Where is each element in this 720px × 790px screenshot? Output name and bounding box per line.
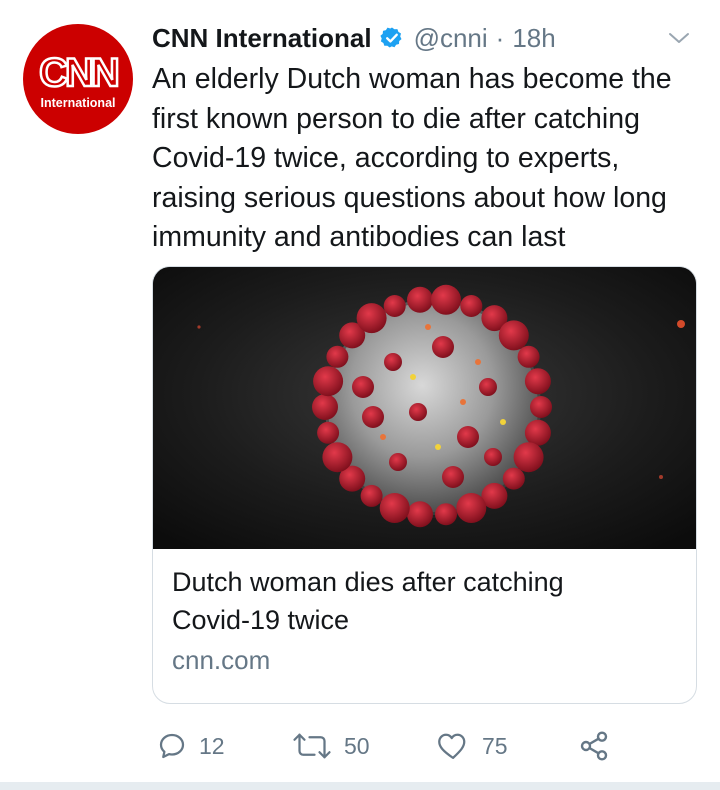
cnn-logo-text: CNN bbox=[38, 51, 121, 95]
divider bbox=[0, 782, 720, 790]
timestamp[interactable]: 18h bbox=[512, 23, 555, 54]
tweet-text: An elderly Dutch woman has become the fi… bbox=[152, 63, 672, 253]
tweet-actions: 12 50 75 bbox=[152, 726, 712, 766]
separator-dot: · bbox=[495, 22, 505, 53]
coronavirus-illustration bbox=[153, 267, 696, 549]
reply-icon bbox=[159, 733, 185, 759]
retweet-count: 50 bbox=[344, 732, 370, 759]
retweet-button[interactable]: 50 bbox=[292, 726, 370, 766]
chevron-down-icon[interactable] bbox=[667, 28, 691, 48]
link-card[interactable]: Dutch woman dies after catching Covid-19… bbox=[152, 266, 697, 704]
card-domain: cnn.com bbox=[172, 645, 271, 675]
reply-button[interactable]: 12 bbox=[157, 726, 225, 766]
display-name[interactable]: CNN International bbox=[152, 23, 372, 54]
share-button[interactable] bbox=[578, 726, 610, 766]
reply-count: 12 bbox=[199, 732, 225, 759]
heart-icon bbox=[438, 733, 466, 759]
tweet-header: CNN International @cnni · 18h bbox=[152, 20, 556, 56]
card-title: Dutch woman dies after catching Covid-19… bbox=[172, 567, 564, 635]
like-button[interactable]: 75 bbox=[436, 726, 508, 766]
avatar[interactable]: CNN International bbox=[23, 24, 133, 134]
cnn-logo-subtext: International bbox=[40, 96, 116, 110]
like-count: 75 bbox=[482, 732, 508, 759]
handle[interactable]: @cnni bbox=[414, 23, 488, 54]
share-icon bbox=[580, 731, 608, 761]
retweet-icon bbox=[293, 733, 331, 759]
card-meta: Dutch woman dies after catching Covid-19… bbox=[153, 549, 696, 703]
verified-badge-icon bbox=[379, 27, 402, 48]
